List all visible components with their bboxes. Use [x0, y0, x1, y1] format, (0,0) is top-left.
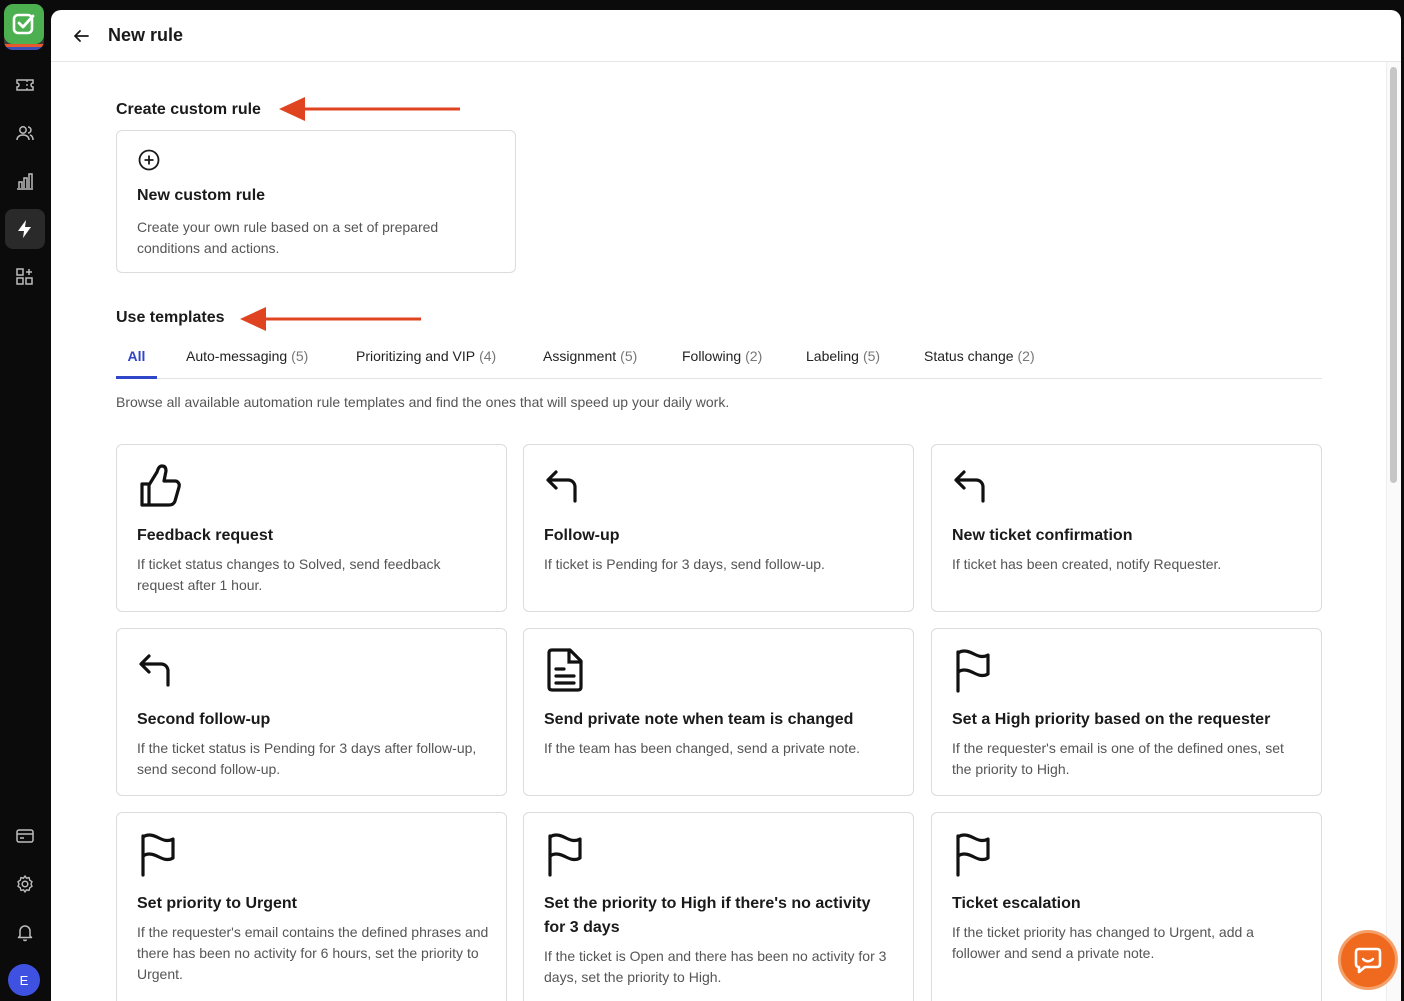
template-title: Send private note when team is changed — [544, 711, 854, 728]
template-title: Set a High priority based on the request… — [952, 711, 1271, 728]
use-templates-heading: Use templates — [116, 309, 225, 326]
tab-assignment[interactable]: Assignment (5) — [543, 348, 637, 379]
bell-icon — [17, 925, 33, 942]
template-card-set-high-no-activity[interactable]: Set the priority to High if there's no a… — [523, 812, 914, 1001]
custom-card-title: New custom rule — [137, 187, 266, 204]
browse-description: Browse all available automation rule tem… — [116, 394, 730, 410]
flag-icon — [141, 833, 175, 877]
chat-widget-button[interactable] — [1338, 930, 1398, 990]
bar-chart-icon — [17, 173, 33, 190]
app-logo[interactable] — [4, 4, 44, 50]
plus-circle-icon — [138, 149, 160, 171]
template-card-feedback-request[interactable]: Feedback request If ticket status change… — [116, 444, 507, 612]
avatar[interactable]: E — [8, 964, 40, 996]
template-title: Follow-up — [544, 527, 620, 544]
template-title: Set priority to Urgent — [137, 895, 298, 912]
nav-notifications[interactable] — [5, 912, 45, 952]
template-description: If the team has been changed, send a pri… — [544, 740, 860, 756]
template-card-second-follow-up[interactable]: Second follow-up If the ticket status is… — [116, 628, 507, 796]
reply-icon — [139, 654, 170, 687]
template-card-set-priority-urgent[interactable]: Set priority to Urgent If the requester'… — [116, 812, 507, 1001]
custom-card-description: Create your own rule based on a set of p… — [137, 219, 439, 256]
template-title: New ticket confirmation — [952, 527, 1133, 544]
flag-icon — [956, 833, 990, 877]
reply-icon — [546, 470, 577, 503]
nav-settings[interactable] — [5, 864, 45, 904]
lightning-icon — [18, 220, 31, 238]
template-title: Feedback request — [137, 527, 274, 544]
page-title: New rule — [108, 25, 184, 45]
tab-auto-messaging[interactable]: Auto-messaging (5) — [186, 348, 308, 379]
back-button[interactable] — [69, 24, 93, 48]
reply-icon — [954, 470, 985, 503]
template-description: If the ticket priority has changed to Ur… — [952, 924, 1254, 961]
template-description: If the requester's email contains the de… — [137, 924, 489, 982]
tab-labeling[interactable]: Labeling (5) — [806, 348, 880, 379]
tab-following[interactable]: Following (2) — [682, 348, 762, 379]
template-card-new-ticket-confirmation[interactable]: New ticket confirmation If ticket has be… — [931, 444, 1322, 612]
template-title: Set the priority to High if there's no a… — [544, 895, 871, 936]
tab-all[interactable]: All — [116, 348, 157, 379]
flag-icon — [956, 649, 990, 693]
left-rail: E — [0, 0, 50, 1001]
main-panel: New rule Create custom rule New custom r… — [51, 10, 1401, 1001]
page-header: New rule — [51, 10, 1401, 62]
ticket-icon — [16, 79, 34, 91]
tab-prioritizing-vip[interactable]: Prioritizing and VIP (4) — [356, 348, 496, 379]
nav-integrations[interactable] — [5, 257, 45, 297]
apps-icon — [16, 268, 33, 285]
credit-card-icon — [16, 829, 34, 843]
template-description: If the ticket is Open and there has been… — [544, 948, 887, 985]
tab-status-change[interactable]: Status change (2) — [924, 348, 1035, 379]
nav-reports[interactable] — [5, 161, 45, 201]
thumbs-up-icon — [140, 464, 181, 507]
nav-billing[interactable] — [5, 816, 45, 856]
template-card-ticket-escalation[interactable]: Ticket escalation If the ticket priority… — [931, 812, 1322, 1001]
new-custom-rule-card[interactable]: New custom rule Create your own rule bas… — [116, 130, 516, 273]
template-description: If ticket status changes to Solved, send… — [137, 556, 441, 593]
template-description: If the requester's email is one of the d… — [952, 740, 1284, 777]
template-tabs: All Auto-messaging (5) Prioritizing and V… — [116, 342, 1322, 379]
template-description: If ticket is Pending for 3 days, send fo… — [544, 556, 825, 572]
scrollbar-thumb[interactable] — [1390, 67, 1397, 483]
document-icon — [547, 648, 583, 692]
template-card-follow-up[interactable]: Follow-up If ticket is Pending for 3 day… — [523, 444, 914, 612]
template-description: If ticket has been created, notify Reque… — [952, 556, 1222, 572]
template-card-set-high-priority-requester[interactable]: Set a High priority based on the request… — [931, 628, 1322, 796]
nav-tickets[interactable] — [5, 65, 45, 105]
template-title: Ticket escalation — [952, 895, 1081, 912]
chat-bubble-icon — [1354, 947, 1382, 974]
template-card-send-private-note[interactable]: Send private note when team is changed I… — [523, 628, 914, 796]
template-description: If the ticket status is Pending for 3 da… — [137, 740, 477, 777]
annotation-arrow — [240, 307, 421, 331]
users-icon — [16, 126, 34, 141]
nav-automation[interactable] — [5, 209, 45, 249]
arrow-left-icon — [74, 30, 89, 42]
template-title: Second follow-up — [137, 711, 271, 728]
create-custom-rule-heading: Create custom rule — [116, 101, 261, 118]
gear-icon — [17, 875, 33, 893]
nav-customers[interactable] — [5, 113, 45, 153]
flag-icon — [548, 833, 582, 877]
annotation-arrow — [279, 97, 460, 121]
